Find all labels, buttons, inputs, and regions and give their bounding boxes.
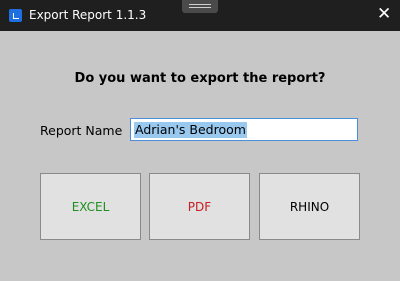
- title-bar[interactable]: Export Report 1.1.3 ✕: [0, 0, 400, 31]
- rhino-label: RHINO: [289, 199, 330, 214]
- pdf-label: PDF: [187, 199, 212, 214]
- report-name-value: Adrian's Bedroom: [134, 122, 247, 138]
- export-prompt: Do you want to export the report?: [74, 71, 326, 86]
- drag-grip-icon[interactable]: [182, 0, 218, 13]
- export-rhino-button[interactable]: RHINO: [259, 173, 360, 240]
- close-button[interactable]: ✕: [368, 0, 400, 31]
- export-report-window: Export Report 1.1.3 ✕ Do you want to exp…: [0, 0, 400, 281]
- close-icon: ✕: [377, 4, 392, 24]
- report-name-input[interactable]: Adrian's Bedroom: [130, 118, 358, 141]
- export-pdf-button[interactable]: PDF: [149, 173, 250, 240]
- window-title: Export Report 1.1.3: [29, 8, 147, 22]
- excel-label: EXCEL: [71, 199, 110, 214]
- app-icon: [9, 9, 22, 22]
- report-name-label: Report Name: [40, 123, 123, 138]
- export-excel-button[interactable]: EXCEL: [40, 173, 141, 240]
